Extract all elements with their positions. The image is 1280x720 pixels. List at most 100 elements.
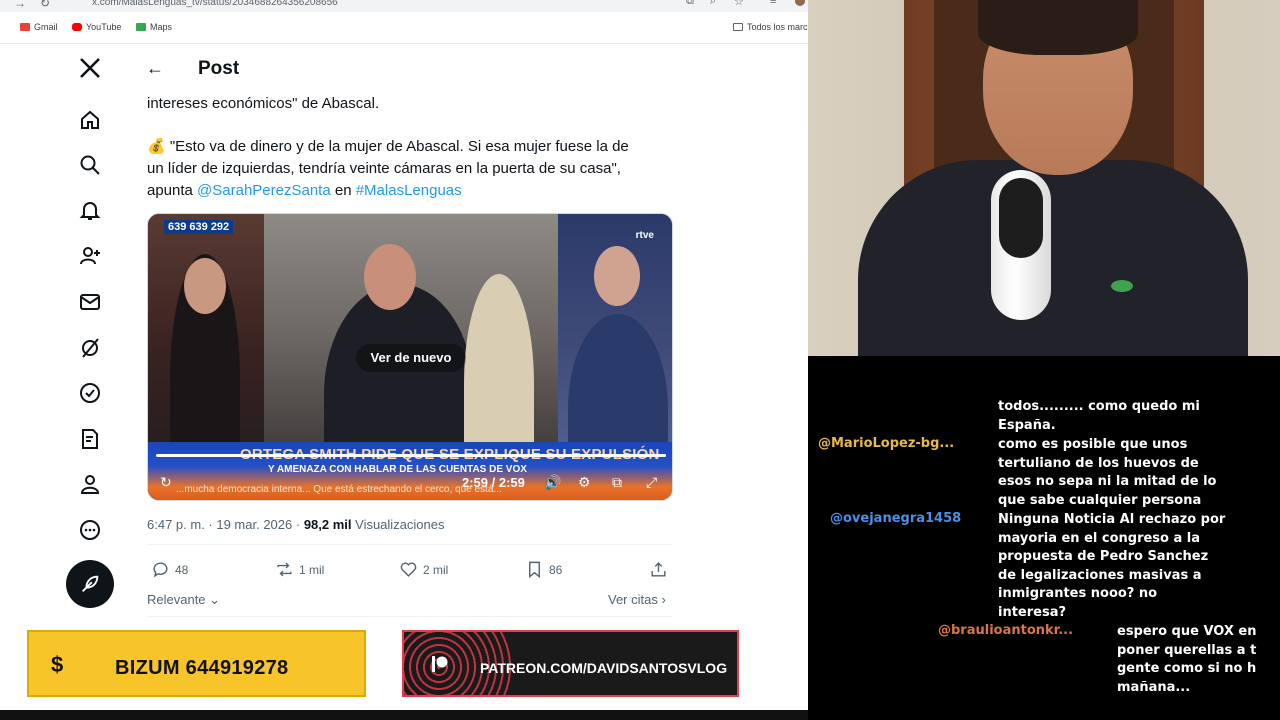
reply-count: 48 <box>175 562 189 577</box>
video-progress-bar[interactable] <box>156 454 666 457</box>
chat-line: espero que VOX en <box>1117 624 1257 639</box>
dollar-icon: $ <box>51 652 64 677</box>
back-arrow-icon[interactable]: ← <box>146 58 164 79</box>
chat-line: interesa? <box>998 604 1067 620</box>
shirt-logo <box>1111 280 1133 292</box>
x-logo-icon[interactable] <box>78 56 102 80</box>
chat-message: todos......... como quedo mi España. <box>998 398 1200 435</box>
follow-icon[interactable] <box>78 244 102 268</box>
chat-username: @braulioantonkr... <box>938 623 1074 638</box>
view-quotes-link[interactable]: Ver citas › <box>608 592 666 607</box>
chat-message: espero que VOX en poner querellas a t ge… <box>1117 623 1257 697</box>
moneybag-icon: 💰 <box>147 138 166 155</box>
tweet-text-line: 💰 "Esto va de dinero y de la mujer de Ab… <box>147 136 667 158</box>
chat-line: poner querellas a t <box>1117 642 1257 658</box>
divider <box>147 616 673 617</box>
post-timestamp[interactable]: 6:47 p. m. · 19 mar. 2026 · <box>147 517 304 532</box>
more-icon[interactable] <box>78 518 102 542</box>
post-actions: 48 1 mil 2 mil 86 <box>147 560 673 584</box>
bookmark-label: YouTube <box>86 22 122 32</box>
video-player[interactable]: 639 639 292 rtve Ver de nuevo ORTEGA SMI… <box>147 213 673 501</box>
verified-icon[interactable] <box>78 381 102 405</box>
patreon-overlay: PATREON.COM/DAVIDSANTOSVLOG <box>402 630 739 697</box>
chat-line: propuesta de Pedro Sanchez <box>998 549 1209 564</box>
chat-line: mañana... <box>1117 679 1191 695</box>
reload-icon[interactable]: ↻ <box>40 0 50 10</box>
gmail-icon <box>20 23 30 31</box>
bookmarks-bar: Gmail YouTube Maps Todos los marc <box>0 12 808 44</box>
chat-line: mayoria en el congreso a la <box>998 530 1201 546</box>
chevron-down-icon: ⌄ <box>205 592 221 607</box>
compose-post-button[interactable] <box>66 560 114 608</box>
webcam-person-torso <box>858 160 1248 356</box>
repost-count: 1 mil <box>299 562 325 577</box>
bookmarks-folder[interactable]: Todos los marc <box>733 22 808 32</box>
notifications-icon[interactable] <box>78 198 102 222</box>
video-face-center <box>364 244 416 310</box>
video-face-left <box>184 258 226 314</box>
post-meta: 6:47 p. m. · 19 mar. 2026 · 98,2 mil Vis… <box>147 517 445 532</box>
zoom-icon[interactable]: ⌕ <box>710 0 716 8</box>
taskbar-edge <box>0 710 808 720</box>
views-count: 98,2 mil <box>303 517 352 532</box>
hashtag-link[interactable]: #MalasLenguas <box>356 182 462 199</box>
bizum-overlay: $ BIZUM 644919278 <box>27 630 366 697</box>
url-text[interactable]: x.com/MalasLenguas_tv/status/20346882643… <box>92 0 338 8</box>
articles-icon[interactable] <box>78 427 102 451</box>
like-button[interactable]: 2 mil <box>399 560 448 579</box>
forward-icon[interactable]: → <box>14 0 26 10</box>
bookmark-gmail[interactable]: Gmail <box>20 22 58 32</box>
fullscreen-icon[interactable]: ⤢ <box>646 474 657 491</box>
chevron-right-icon: › <box>657 592 666 607</box>
bookmark-label: Maps <box>150 22 173 32</box>
webcam-feed <box>808 0 1280 356</box>
replay-button[interactable]: Ver de nuevo <box>356 344 466 372</box>
chat-username: @ovejanegra1458 <box>830 511 962 526</box>
bookmark-icon <box>529 561 540 579</box>
bookmark-count: 86 <box>549 562 563 577</box>
maps-icon <box>136 23 146 31</box>
x-sidebar <box>60 44 120 644</box>
install-icon[interactable]: ⧉ <box>686 0 694 8</box>
post-header: ← Post <box>130 44 685 92</box>
profile-icon[interactable] <box>78 472 102 496</box>
messages-icon[interactable] <box>78 290 102 314</box>
settings-icon[interactable]: ⚙ <box>578 474 591 491</box>
chat-username: @MarioLopez-bg... <box>818 436 955 451</box>
menu-icon[interactable]: ≡ <box>770 0 776 7</box>
home-icon[interactable] <box>78 108 102 132</box>
bookmark-youtube[interactable]: YouTube <box>72 22 121 32</box>
bookmark-maps[interactable]: Maps <box>136 22 172 32</box>
chat-message: como es posible que unos tertuliano de l… <box>998 436 1216 510</box>
profile-avatar[interactable] <box>795 0 805 6</box>
webcam-person-hair <box>978 0 1138 55</box>
share-icon <box>651 562 666 577</box>
search-icon[interactable] <box>78 153 102 177</box>
address-bar[interactable]: → ↻ x.com/MalasLenguas_tv/status/2034688… <box>0 0 808 12</box>
share-button[interactable] <box>649 560 668 579</box>
reply-icon <box>153 562 168 578</box>
star-icon[interactable]: ☆ <box>734 0 744 8</box>
grok-icon[interactable] <box>78 336 102 360</box>
reply-sort-dropdown[interactable]: Relevante ⌄ <box>147 592 220 608</box>
video-face-guest <box>594 246 640 306</box>
browser-window: → ↻ x.com/MalasLenguas_tv/status/2034688… <box>0 0 808 710</box>
tweet-text-line: intereses económicos" de Abascal. <box>147 95 380 112</box>
bookmark-button[interactable]: 86 <box>525 560 562 579</box>
folder-icon <box>733 23 743 31</box>
mention-link[interactable]: @SarahPerezSanta <box>197 182 331 199</box>
reply-button[interactable]: 48 <box>151 560 188 579</box>
repost-button[interactable]: 1 mil <box>275 560 324 579</box>
microphone-grill <box>999 178 1043 258</box>
tweet-text-span: "Esto va de dinero y de la mujer de Abas… <box>165 138 629 155</box>
chat-message: Ninguna Noticia Al rechazo por mayoria e… <box>998 511 1225 622</box>
chat-line: que sabe cualquier persona <box>998 492 1202 508</box>
miniplayer-icon[interactable]: ⧉ <box>612 474 622 491</box>
quotes-label: Ver citas <box>608 592 658 607</box>
bookmarks-folder-label: Todos los marc <box>747 22 808 32</box>
volume-icon[interactable]: 🔊 <box>544 474 561 491</box>
replay-icon[interactable]: ↻ <box>160 474 172 491</box>
tweet-text-span: en <box>330 182 356 199</box>
like-count: 2 mil <box>423 562 449 577</box>
chat-line: Ninguna Noticia Al rechazo por <box>998 512 1226 527</box>
